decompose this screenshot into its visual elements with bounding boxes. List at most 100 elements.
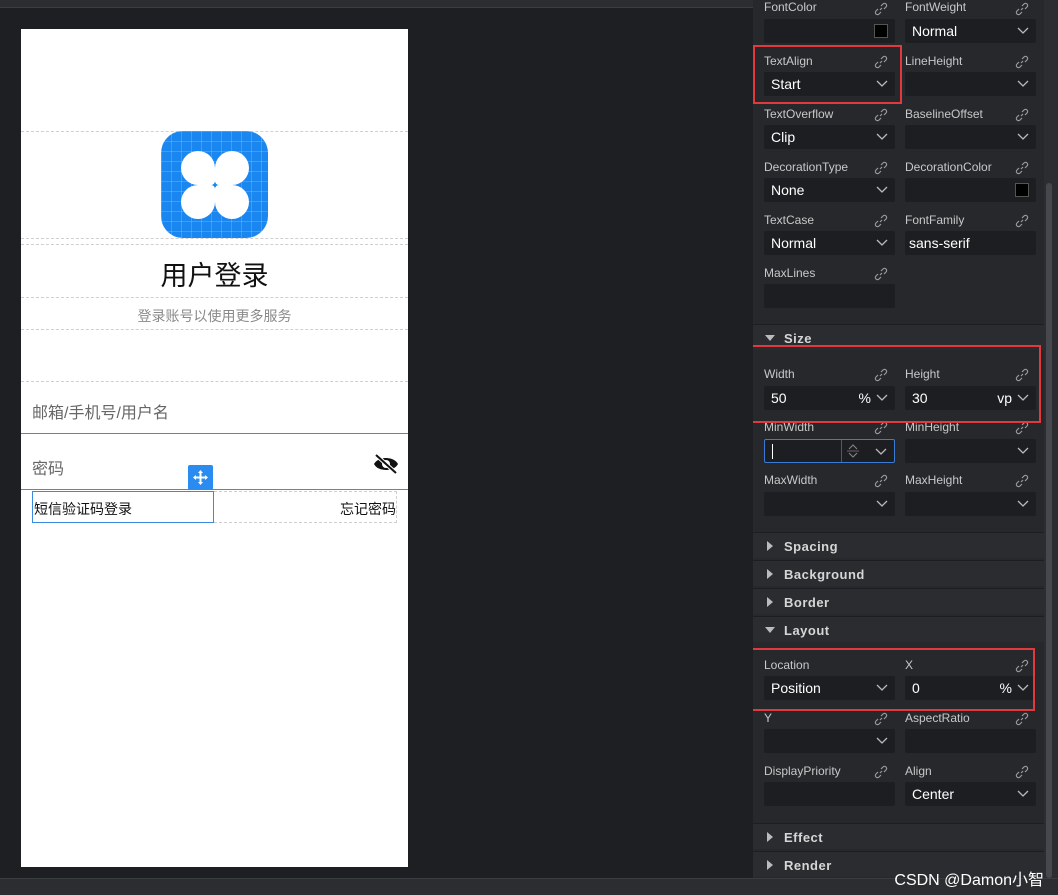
section-spacing-label: Spacing <box>784 539 839 554</box>
color-swatch[interactable] <box>1015 183 1029 197</box>
textcase-select[interactable]: Normal <box>764 231 895 255</box>
link-icon[interactable] <box>874 108 888 122</box>
aspectratio-label: AspectRatio <box>905 711 970 725</box>
link-icon[interactable] <box>874 421 888 435</box>
phone-canvas[interactable]: 用户登录 登录账号以使用更多服务 邮箱/手机号/用户名 密码 短信验证码登录 忘… <box>21 29 408 867</box>
app-logo-icon[interactable] <box>161 131 268 238</box>
displaypriority-input[interactable] <box>764 782 895 806</box>
caret-down-icon <box>765 335 775 341</box>
caret-down-icon <box>765 627 775 633</box>
section-effect[interactable]: Effect <box>753 823 1044 849</box>
maxheight-label: MaxHeight <box>905 473 963 487</box>
caret-right-icon <box>767 569 773 579</box>
guide-line <box>21 244 408 245</box>
y-label: Y <box>764 711 773 725</box>
section-layout[interactable]: Layout <box>753 616 1044 642</box>
align-label: Align <box>905 764 932 778</box>
decorationtype-select[interactable]: None <box>764 178 895 202</box>
chevron-down-icon <box>1017 80 1029 87</box>
textcase-label: TextCase <box>764 213 815 227</box>
link-icon[interactable] <box>874 214 888 228</box>
fontcolor-field[interactable] <box>764 19 895 43</box>
text-cursor <box>772 444 773 459</box>
forgot-password-link[interactable]: 忘记密码 <box>340 499 396 519</box>
link-icon[interactable] <box>874 765 888 779</box>
section-effect-label: Effect <box>784 830 824 845</box>
decorationcolor-field[interactable] <box>905 178 1036 202</box>
decorationtype-value: None <box>771 182 805 198</box>
textoverflow-select[interactable]: Clip <box>764 125 895 149</box>
link-icon[interactable] <box>1015 55 1029 69</box>
watermark: CSDN @Damon小智 <box>894 872 1044 889</box>
lineheight-select[interactable] <box>905 72 1036 96</box>
align-select[interactable]: Center <box>905 782 1036 806</box>
aspectratio-input[interactable] <box>905 729 1036 753</box>
chevron-down-icon <box>876 239 888 246</box>
section-size-label: Size <box>784 331 813 346</box>
chevron-down-icon <box>1017 447 1029 454</box>
chevron-down-icon <box>876 737 888 744</box>
link-icon[interactable] <box>874 474 888 488</box>
maxheight-input[interactable] <box>905 492 1036 516</box>
lineheight-label: LineHeight <box>905 54 963 68</box>
textcase-value: Normal <box>771 235 817 251</box>
maxwidth-input[interactable] <box>764 492 895 516</box>
link-icon[interactable] <box>1015 108 1029 122</box>
username-input[interactable]: 邮箱/手机号/用户名 <box>21 382 408 434</box>
link-icon[interactable] <box>874 712 888 726</box>
section-render-label: Render <box>784 858 832 873</box>
chevron-down-icon <box>876 133 888 140</box>
baselineoffset-select[interactable] <box>905 125 1036 149</box>
chevron-down-icon <box>876 500 888 507</box>
section-background-label: Background <box>784 567 865 582</box>
guide-line <box>21 238 408 239</box>
highlight-textalign <box>753 45 902 104</box>
align-value: Center <box>912 786 955 802</box>
link-icon[interactable] <box>1015 712 1029 726</box>
decorationcolor-label: DecorationColor <box>905 160 992 174</box>
fontweight-value: Normal <box>912 23 958 39</box>
fontfamily-input[interactable]: sans-serif <box>905 231 1036 255</box>
link-icon[interactable] <box>1015 421 1029 435</box>
color-swatch[interactable] <box>874 24 888 38</box>
y-input[interactable] <box>764 729 895 753</box>
link-icon[interactable] <box>874 267 888 281</box>
baselineoffset-label: BaselineOffset <box>905 107 983 121</box>
move-handle-icon[interactable] <box>188 465 213 490</box>
highlight-size <box>753 345 1041 423</box>
scrollbar-thumb[interactable] <box>1046 183 1052 878</box>
textoverflow-label: TextOverflow <box>764 107 834 121</box>
username-placeholder: 邮箱/手机号/用户名 <box>32 405 169 422</box>
chevron-down-icon <box>875 448 887 455</box>
link-icon[interactable] <box>1015 474 1029 488</box>
caret-right-icon <box>767 597 773 607</box>
section-spacing[interactable]: Spacing <box>753 532 1044 558</box>
chevron-down-icon <box>1017 790 1029 797</box>
login-title[interactable]: 用户登录 <box>21 254 408 293</box>
link-icon[interactable] <box>874 2 888 16</box>
caret-right-icon <box>767 860 773 870</box>
fontweight-label: FontWeight <box>905 0 967 14</box>
link-icon[interactable] <box>1015 2 1029 16</box>
caret-right-icon <box>767 832 773 842</box>
sms-login-link[interactable]: 短信验证码登录 <box>32 491 214 523</box>
link-icon[interactable] <box>1015 765 1029 779</box>
password-placeholder: 密码 <box>32 461 65 478</box>
section-background[interactable]: Background <box>753 560 1044 586</box>
maxlines-input[interactable] <box>764 284 895 308</box>
properties-panel: FontColor FontWeight Normal TextAlign Li… <box>753 0 1044 878</box>
password-input[interactable]: 密码 <box>21 438 408 490</box>
guide-line <box>21 297 408 298</box>
section-border[interactable]: Border <box>753 588 1044 614</box>
chevron-down-icon <box>1017 133 1029 140</box>
minwidth-input[interactable] <box>764 439 895 463</box>
stepper-icon[interactable] <box>847 443 859 459</box>
fontweight-select[interactable]: Normal <box>905 19 1036 43</box>
link-icon[interactable] <box>1015 214 1029 228</box>
chevron-down-icon <box>1017 27 1029 34</box>
link-icon[interactable] <box>874 161 888 175</box>
minheight-input[interactable] <box>905 439 1036 463</box>
link-icon[interactable] <box>1015 161 1029 175</box>
login-subtitle[interactable]: 登录账号以使用更多服务 <box>21 306 408 326</box>
eye-off-icon[interactable] <box>373 453 399 475</box>
